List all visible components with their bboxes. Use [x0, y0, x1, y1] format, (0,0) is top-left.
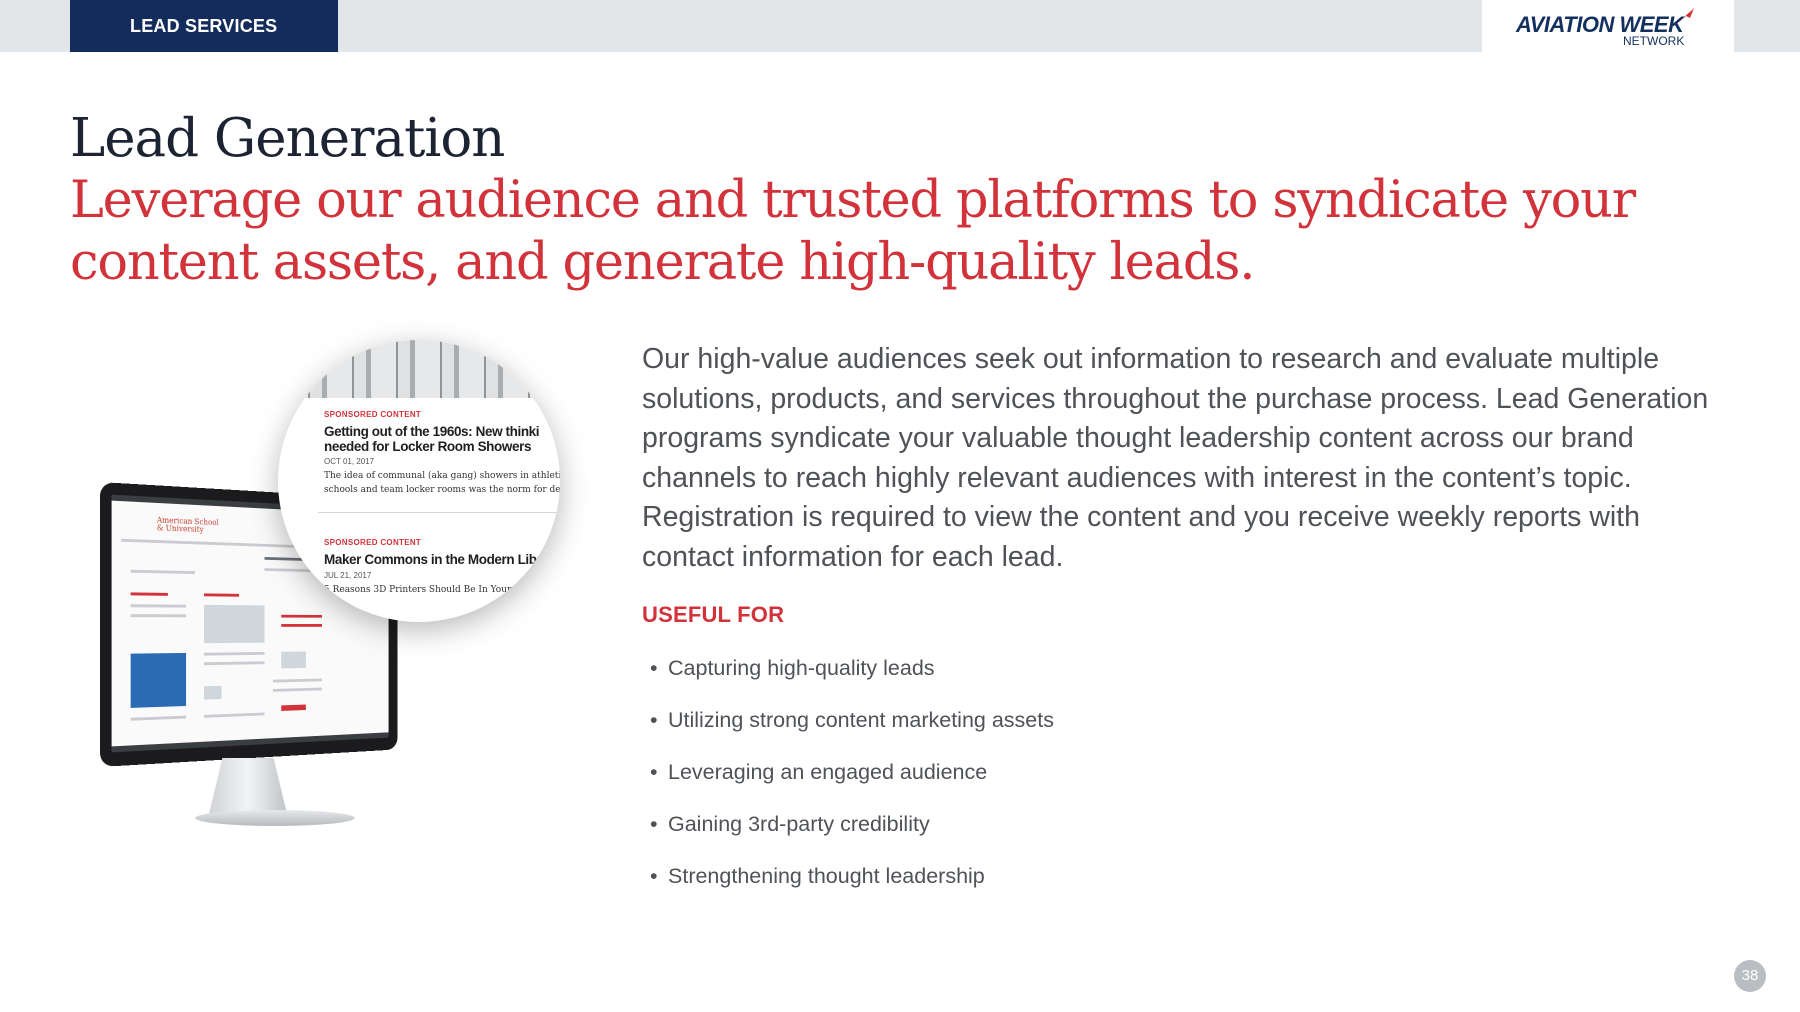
article-date: OCT 01, 2017: [324, 457, 375, 466]
sponsored-tag: SPONSORED CONTENT: [324, 410, 422, 419]
aviation-week-logo: AVIATION WEEK NETWORK: [1482, 0, 1734, 52]
useful-for-heading: USEFUL FOR: [642, 602, 785, 627]
list-item: • Leveraging an engaged audience: [650, 752, 1054, 804]
sponsored-tag: SPONSORED CONTENT: [324, 538, 422, 547]
article-excerpt: The idea of communal (aka gang) showers …: [324, 471, 560, 481]
screen-brand: American School & University: [156, 515, 219, 535]
list-item-text: Utilizing strong content marketing asset…: [668, 708, 1054, 732]
article-title: Maker Commons in the Modern Library: [324, 552, 560, 567]
monitor-stand: [208, 758, 288, 818]
list-item-text: Capturing high-quality leads: [668, 656, 935, 680]
list-item: • Utilizing strong content marketing asse…: [650, 700, 1054, 752]
list-item: • Capturing high-quality leads: [650, 648, 1054, 700]
bullet-icon: •: [650, 760, 658, 784]
body-paragraph: Our high-value audiences seek out inform…: [642, 343, 1709, 573]
page-title: Lead Generation: [70, 108, 505, 169]
list-item: • Gaining 3rd-party credibility: [650, 804, 1054, 856]
logo-network: NETWORK: [1623, 34, 1685, 48]
list-item-text: Strengthening thought leadership: [668, 864, 985, 888]
monitor-base: [195, 810, 355, 826]
bullet-icon: •: [650, 708, 658, 732]
section-tab: LEAD SERVICES: [70, 0, 338, 52]
article-excerpt: schools and team locker rooms was the no…: [324, 485, 560, 495]
bullet-icon: •: [650, 656, 658, 680]
list-item-text: Gaining 3rd-party credibility: [668, 812, 930, 836]
zoom-photo: [278, 340, 560, 398]
page-number: 38: [1734, 960, 1766, 992]
bullet-icon: •: [650, 864, 658, 888]
list-item: • Strengthening thought leadership: [650, 856, 1054, 908]
useful-for-list: • Capturing high-quality leads • Utilizing…: [650, 648, 1054, 908]
divider: [318, 512, 558, 513]
list-item-text: Leveraging an engaged audience: [668, 760, 988, 784]
article-title: needed for Locker Room Showers: [324, 439, 532, 454]
article-date: JUL 21, 2017: [324, 571, 372, 580]
bullet-icon: •: [650, 812, 658, 836]
zoom-magnifier: SPONSORED CONTENT Getting out of the 196…: [278, 340, 560, 622]
lead-gen-illustration: American School & University SPONSORED C…: [100, 340, 590, 830]
article-title: Getting out of the 1960s: New thinki: [324, 424, 540, 439]
page-subtitle: Leverage our audience and trusted platfo…: [70, 171, 1636, 292]
logo-swoosh-icon: [1674, 8, 1694, 26]
article-excerpt: 5 Reasons 3D Printers Should Be In Your …: [324, 585, 521, 595]
